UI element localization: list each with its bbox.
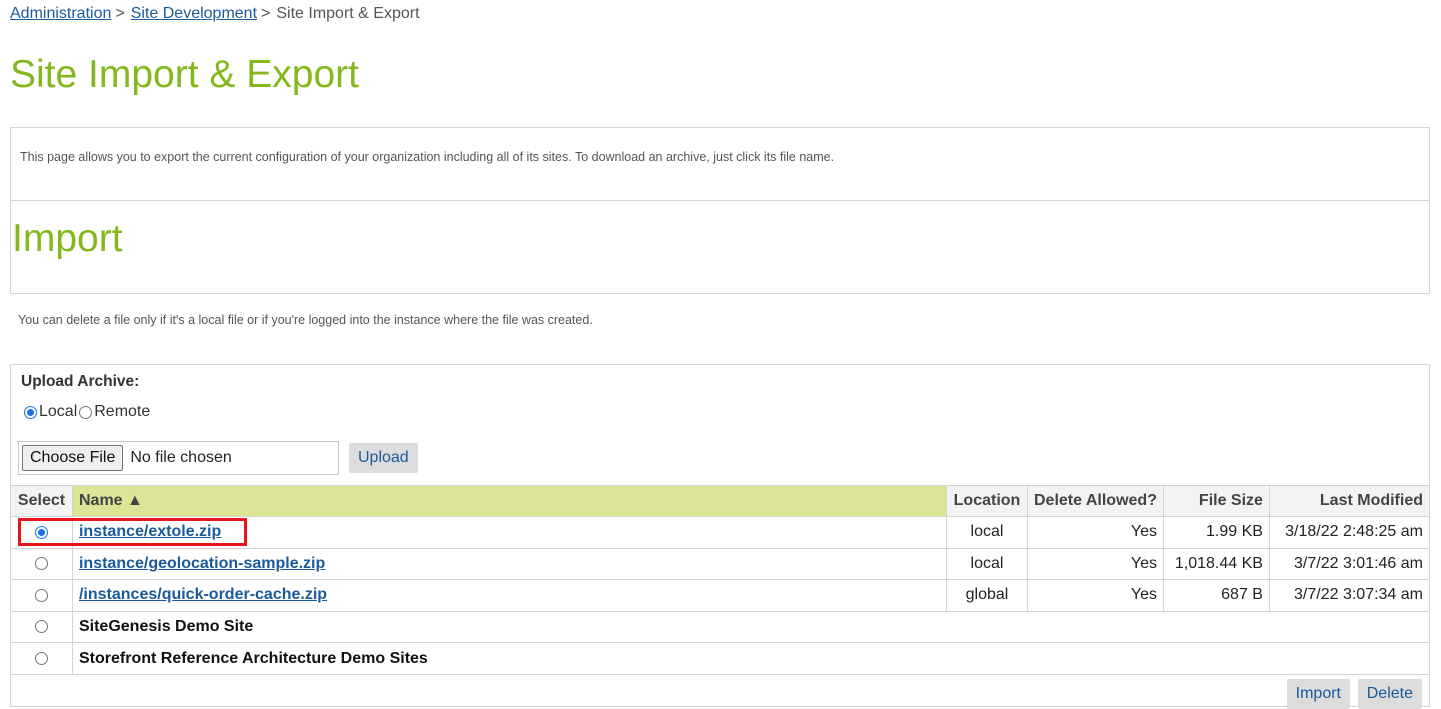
file-size-column-header[interactable]: File Size bbox=[1162, 485, 1270, 517]
import-section-title: Import bbox=[12, 217, 123, 260]
delete-allowed-cell: Yes bbox=[1026, 547, 1164, 581]
row-select-radio[interactable] bbox=[34, 557, 48, 571]
local-radio[interactable] bbox=[24, 405, 37, 419]
breadcrumb-separator: > bbox=[115, 5, 125, 22]
table-row: instance/geolocation-sample.zip local Ye… bbox=[10, 547, 1431, 581]
remote-radio[interactable] bbox=[79, 405, 93, 419]
choose-file-button[interactable]: Choose File bbox=[22, 445, 124, 471]
table-row: /instances/quick-order-cache.zip global … bbox=[10, 579, 1431, 612]
divider bbox=[11, 200, 1429, 201]
last-modified-cell: 3/7/22 3:07:34 am bbox=[1268, 579, 1431, 612]
row-select-radio[interactable] bbox=[34, 525, 48, 539]
file-status: No file chosen bbox=[130, 449, 232, 466]
name-cell: instance/geolocation-sample.zip bbox=[71, 547, 948, 581]
upload-archive-panel: Upload Archive: Local Remote Choose File… bbox=[10, 364, 1430, 485]
location-cell: local bbox=[946, 547, 1028, 581]
upload-archive-label: Upload Archive: bbox=[21, 373, 140, 390]
table-header-row: Select Name ▲ Location Delete Allowed? F… bbox=[10, 485, 1431, 517]
location-cell: global bbox=[946, 579, 1028, 612]
archive-link[interactable]: /instances/quick-order-cache.zip bbox=[79, 586, 327, 603]
delete-note: You can delete a file only if it's a loc… bbox=[18, 313, 593, 327]
file-size-cell: 1,018.44 KB bbox=[1162, 547, 1270, 581]
file-size-cell: 1.99 KB bbox=[1162, 516, 1270, 549]
select-cell bbox=[10, 547, 73, 581]
last-modified-cell: 3/7/22 3:01:46 am bbox=[1268, 547, 1431, 581]
upload-source-options: Local Remote bbox=[24, 403, 150, 421]
location-cell: local bbox=[946, 516, 1028, 549]
table-actions: Import Delete bbox=[10, 673, 1430, 709]
breadcrumb-current: Site Import & Export bbox=[276, 5, 420, 22]
row-select-radio[interactable] bbox=[34, 651, 48, 665]
delete-allowed-column-header[interactable]: Delete Allowed? bbox=[1026, 485, 1164, 517]
row-select-radio[interactable] bbox=[34, 588, 48, 602]
page-description: This page allows you to export the curre… bbox=[20, 150, 835, 164]
table-row: SiteGenesis Demo Site bbox=[10, 610, 1431, 644]
archive-table: Select Name ▲ Location Delete Allowed? F… bbox=[10, 485, 1431, 675]
table-row: Storefront Reference Architecture Demo S… bbox=[10, 642, 1431, 675]
archive-link[interactable]: instance/geolocation-sample.zip bbox=[79, 555, 325, 572]
select-cell bbox=[10, 579, 73, 612]
archive-link[interactable]: instance/extole.zip bbox=[79, 523, 221, 540]
select-cell bbox=[10, 642, 73, 675]
name-cell: instance/extole.zip bbox=[71, 516, 948, 549]
select-cell bbox=[10, 516, 73, 549]
delete-allowed-cell: Yes bbox=[1026, 516, 1164, 549]
last-modified-column-header[interactable]: Last Modified bbox=[1268, 485, 1431, 517]
info-box: This page allows you to export the curre… bbox=[10, 127, 1430, 294]
row-select-radio[interactable] bbox=[34, 620, 48, 634]
local-radio-label: Local bbox=[39, 403, 78, 420]
import-button[interactable]: Import bbox=[1286, 679, 1350, 709]
breadcrumb-separator: > bbox=[261, 5, 271, 22]
demo-site-name: SiteGenesis Demo Site bbox=[71, 610, 1431, 644]
location-column-header[interactable]: Location bbox=[946, 485, 1028, 517]
table-row: instance/extole.zip local Yes 1.99 KB 3/… bbox=[10, 516, 1431, 549]
select-cell bbox=[10, 610, 73, 644]
upload-button[interactable]: Upload bbox=[349, 443, 418, 473]
page-title: Site Import & Export bbox=[10, 53, 359, 96]
file-input[interactable]: Choose File No file chosen bbox=[18, 441, 339, 475]
breadcrumb-site-development-link[interactable]: Site Development bbox=[131, 5, 257, 22]
name-cell: /instances/quick-order-cache.zip bbox=[71, 579, 948, 612]
delete-allowed-cell: Yes bbox=[1026, 579, 1164, 612]
remote-radio-label: Remote bbox=[94, 403, 151, 420]
name-column-header[interactable]: Name ▲ bbox=[71, 485, 948, 517]
delete-button[interactable]: Delete bbox=[1357, 679, 1422, 709]
demo-site-name: Storefront Reference Architecture Demo S… bbox=[71, 642, 1431, 675]
file-size-cell: 687 B bbox=[1162, 579, 1270, 612]
breadcrumb: Administration > Site Development > Site Imp… bbox=[10, 5, 420, 23]
breadcrumb-administration-link[interactable]: Administration bbox=[10, 5, 111, 22]
select-column-header: Select bbox=[10, 485, 73, 517]
last-modified-cell: 3/18/22 2:48:25 am bbox=[1268, 516, 1431, 549]
